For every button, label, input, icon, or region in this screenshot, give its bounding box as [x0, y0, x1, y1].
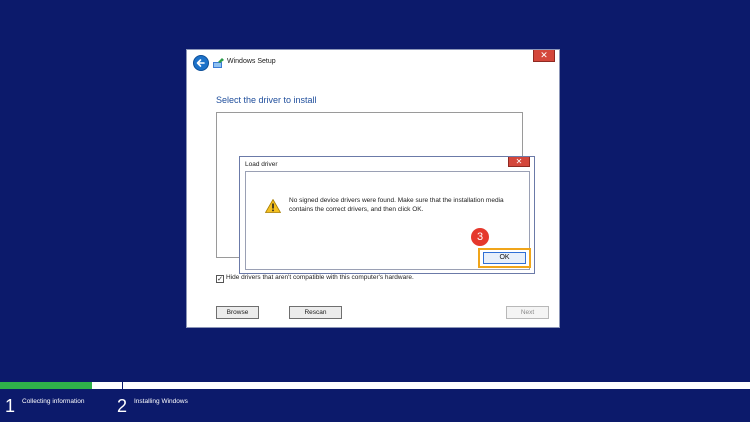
step-number-badge: 3 [471, 228, 489, 246]
hide-drivers-label: Hide drivers that aren't compatible with… [226, 274, 414, 281]
dialog-title: Load driver [245, 161, 278, 168]
ok-button[interactable]: OK [483, 252, 526, 264]
step-1-label: Collecting information [22, 398, 85, 405]
step-2-label: Installing Windows [134, 398, 188, 405]
window-title: Windows Setup [227, 58, 276, 65]
dialog-close-button[interactable]: ✕ [508, 157, 530, 167]
progress-track [0, 382, 750, 389]
browse-button[interactable]: Browse [216, 306, 259, 319]
rescan-button[interactable]: Rescan [289, 306, 342, 319]
progress-divider [122, 382, 123, 389]
windows-setup-icon [213, 58, 224, 68]
progress-fill [0, 382, 92, 389]
hide-drivers-checkbox[interactable]: ✓ [216, 275, 224, 283]
back-arrow-icon[interactable] [193, 55, 209, 71]
dialog-message: No signed device drivers were found. Mak… [289, 197, 504, 213]
page-heading: Select the driver to install [216, 95, 317, 105]
window-close-button[interactable]: ✕ [533, 50, 555, 62]
next-button[interactable]: Next [506, 306, 549, 319]
warning-icon [265, 199, 281, 213]
step-1-number: 1 [5, 396, 16, 416]
step-2-number: 2 [117, 396, 128, 416]
